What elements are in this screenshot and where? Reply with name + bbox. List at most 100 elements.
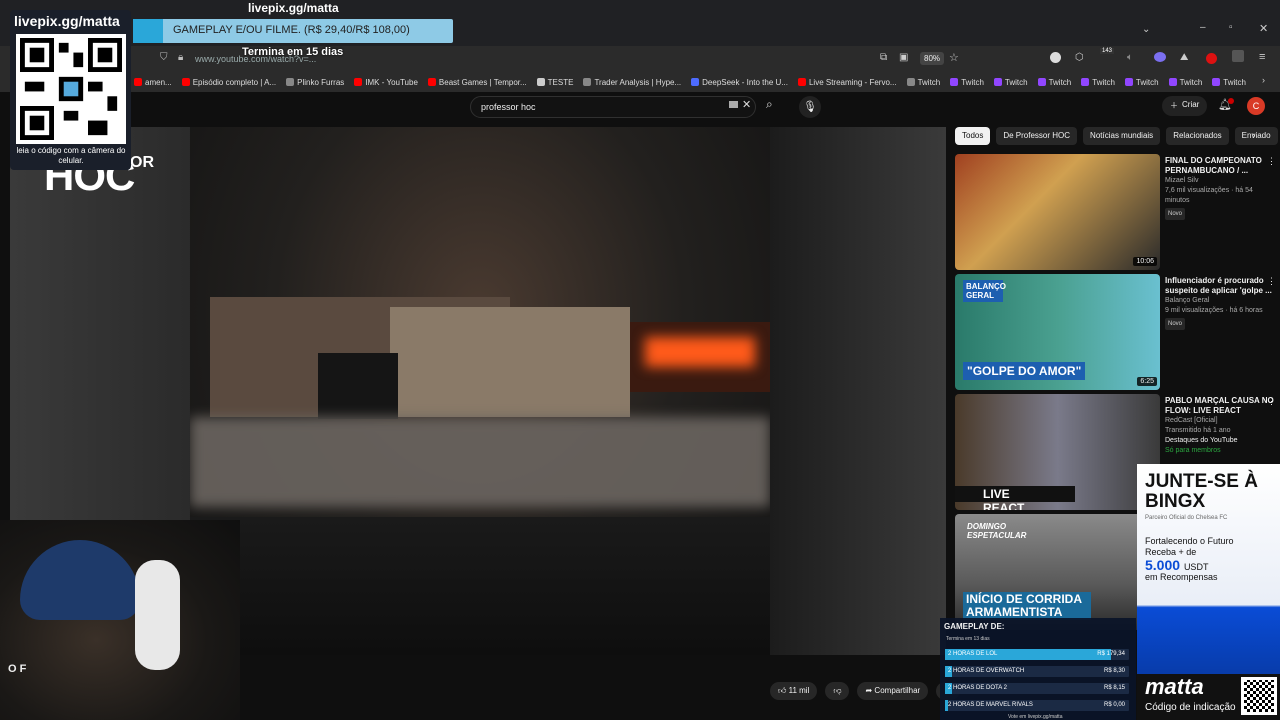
video-meta: 9 mil visualizações · há 6 horas <box>1165 307 1263 314</box>
bookmark-item[interactable]: Live Streaming - Fervo... <box>797 77 897 87</box>
screenshot-icon[interactable]: ⧉ <box>880 52 887 63</box>
bookmark-item[interactable]: Trader Analysis | Hype... <box>583 78 681 87</box>
gameplay-poll: GAMEPLAY DE: Termina em 13 dias 2 HORAS … <box>940 618 1136 720</box>
qr-code <box>16 34 126 144</box>
clear-search-icon[interactable]: ✕ <box>742 98 751 111</box>
bookmark-label: Twitch <box>1092 77 1115 87</box>
deepseek-icon <box>691 78 700 86</box>
bookmark-label: Beast Games | Tempor... <box>438 77 527 87</box>
folder-icon <box>536 78 545 86</box>
new-badge: Novo <box>1165 318 1186 330</box>
poll-option: 2 HORAS DE OVERWATCH R$ 8,30 <box>945 666 1129 677</box>
menu-icon[interactable]: ≡ <box>1259 51 1265 63</box>
bookmark-item[interactable]: Twitch <box>906 78 940 87</box>
bookmark-item[interactable]: Twitch <box>1124 78 1159 87</box>
bookmark-item[interactable]: DeepSeek - Into the U... <box>691 78 788 87</box>
thumb-caption: INÍCIO DE CORRIDA ARMAMENTISTA <box>963 592 1091 620</box>
video-info: FINAL DO CAMPEONATO PERNAMBUCANO / ... M… <box>1165 156 1275 220</box>
notification-dot <box>1228 98 1234 104</box>
adblock-icon[interactable] <box>1206 53 1217 64</box>
chip-3[interactable]: Relacionados <box>1166 127 1229 145</box>
poll-footer: Vote em livepix.gg/matta <box>1008 714 1063 720</box>
webcam-text: O F <box>8 663 27 675</box>
bookmark-item[interactable]: Twitch <box>1037 78 1071 87</box>
thumb-tag: BALANÇO GERAL <box>963 280 1006 302</box>
extension-off-icon[interactable] <box>1232 50 1244 62</box>
bookmark-item[interactable]: amen... <box>134 78 172 87</box>
crowd <box>190 517 770 655</box>
neon-sign-glow <box>645 337 755 367</box>
extension-g-icon[interactable] <box>1050 52 1061 63</box>
thumb-tag: DOMINGO ESPETACULAR <box>967 522 1027 540</box>
bookmarks-bar: amen... Episódio completo | A... Plinko Fu… <box>0 72 1280 92</box>
bookmark-item[interactable]: Twitch <box>993 77 1028 87</box>
extension-twitch-icon[interactable] <box>1154 52 1166 62</box>
livepix-handle: livepix.gg/matta <box>14 13 120 29</box>
minimize-icon[interactable]: – <box>1200 22 1206 33</box>
channel-brand-partial: OR <box>130 154 154 171</box>
bookmark-label: Live Streaming - Fervo... <box>808 77 897 87</box>
video-player[interactable] <box>190 127 770 655</box>
extension-badge: 143 <box>1100 48 1115 54</box>
more-options-icon[interactable]: ⋮ <box>1267 396 1276 407</box>
shield-icon[interactable]: ⛉ <box>160 52 168 63</box>
thumbnail: DOMINGO ESPETACULAR INÍCIO DE CORRIDA AR… <box>955 514 1160 630</box>
chip-2[interactable]: Notícias mundiais <box>1083 127 1161 145</box>
recommendation-2[interactable]: BALANÇO GERAL "GOLPE DO AMOR" 6:25 Influ… <box>955 274 1276 390</box>
like-button[interactable]: 👍︎ 11 mil <box>770 682 818 700</box>
bookmark-star-icon[interactable]: ☆ <box>949 51 959 64</box>
search-icon[interactable]: ⌕ <box>766 97 773 112</box>
zoom-level[interactable]: 80% <box>920 52 945 65</box>
dislike-button[interactable]: 👎︎ <box>825 682 850 700</box>
poll-option: 2 HORAS DE MARVEL RIVALS R$ 0,00 <box>945 700 1129 711</box>
tab-list-chevron-icon[interactable]: ⌄ <box>1142 24 1150 35</box>
chip-0[interactable]: Todos <box>955 127 991 145</box>
close-window-icon[interactable]: ✕ <box>1259 22 1268 35</box>
more-options-icon[interactable]: ⋮ <box>1267 156 1276 167</box>
search-input[interactable]: professor hoc <box>470 96 756 118</box>
mute-icon[interactable]: 🔈︎ <box>1127 52 1133 63</box>
share-button[interactable]: ➦ Compartilhar <box>857 682 929 700</box>
extension-mountain-icon[interactable]: ⛰ <box>1180 52 1188 63</box>
bookmark-label: Twitch <box>1004 77 1028 87</box>
action-bar: 👍︎ 11 mil 👎︎ ➦ Compartilhar ⋯ <box>770 682 961 700</box>
more-options-icon[interactable]: ⋮ <box>1267 276 1276 287</box>
avatar[interactable]: C <box>1247 97 1265 115</box>
duration: 6:25 <box>1137 377 1157 386</box>
recommendation-1[interactable]: 10:06 FINAL DO CAMPEONATO PERNAMBUCANO /… <box>955 154 1276 270</box>
donation-goal-bar: GAMEPLAY E/OU FILME. (R$ 29,40/R$ 108,00… <box>133 19 453 43</box>
keyboard-icon[interactable] <box>729 101 738 108</box>
bookmark-item[interactable]: Twitch <box>950 78 984 87</box>
bookmark-label: amen... <box>145 77 172 87</box>
extension-icon[interactable]: ⬡ <box>1075 52 1084 63</box>
building-arches <box>390 307 630 417</box>
maximize-icon[interactable]: ▫ <box>1229 22 1233 33</box>
channel-name: Mizael Silv <box>1165 177 1199 184</box>
bookmark-item[interactable]: Plinko Furras <box>286 78 344 87</box>
bookmark-label: IMK - YouTube <box>365 77 418 87</box>
create-button[interactable]: ＋ Criar <box>1162 96 1208 116</box>
twitch-icon <box>993 78 1002 86</box>
bookmark-item[interactable]: Twitch <box>1081 78 1115 87</box>
bookmark-item[interactable]: Beast Games | Tempor... <box>427 77 527 87</box>
share-label: Compartilhar <box>874 686 921 695</box>
poll-option-label: 2 HORAS DE OVERWATCH <box>948 668 1025 674</box>
bookmark-item[interactable]: IMK - YouTube <box>354 78 418 87</box>
goal-progress-fill <box>133 19 163 43</box>
bookmark-item[interactable]: Twitch <box>1212 78 1246 87</box>
bookmarks-overflow-icon[interactable]: › <box>1262 75 1265 85</box>
cap <box>20 540 140 620</box>
chip-4[interactable]: Enviado <box>1234 127 1278 145</box>
qr-caption: leia o código com a câmera do celular. <box>16 146 126 165</box>
reader-icon[interactable]: ▣ <box>899 52 908 63</box>
chip-1[interactable]: De Professor HOC <box>996 127 1078 145</box>
webcam-feed: O F <box>0 520 240 720</box>
bookmark-item[interactable]: Episódio completo | A... <box>181 78 276 87</box>
voice-search-icon[interactable]: 🎙︎ <box>799 96 821 118</box>
poll-option-label: 2 HORAS DE MARVEL RIVALS <box>948 702 1033 708</box>
chips-next-icon[interactable]: › <box>1252 130 1256 142</box>
bookmark-item[interactable]: Twitch <box>1168 78 1202 87</box>
bookmark-item[interactable]: TESTE <box>536 78 573 87</box>
blurred-banner <box>190 417 770 507</box>
twitch-icon <box>1037 78 1046 86</box>
